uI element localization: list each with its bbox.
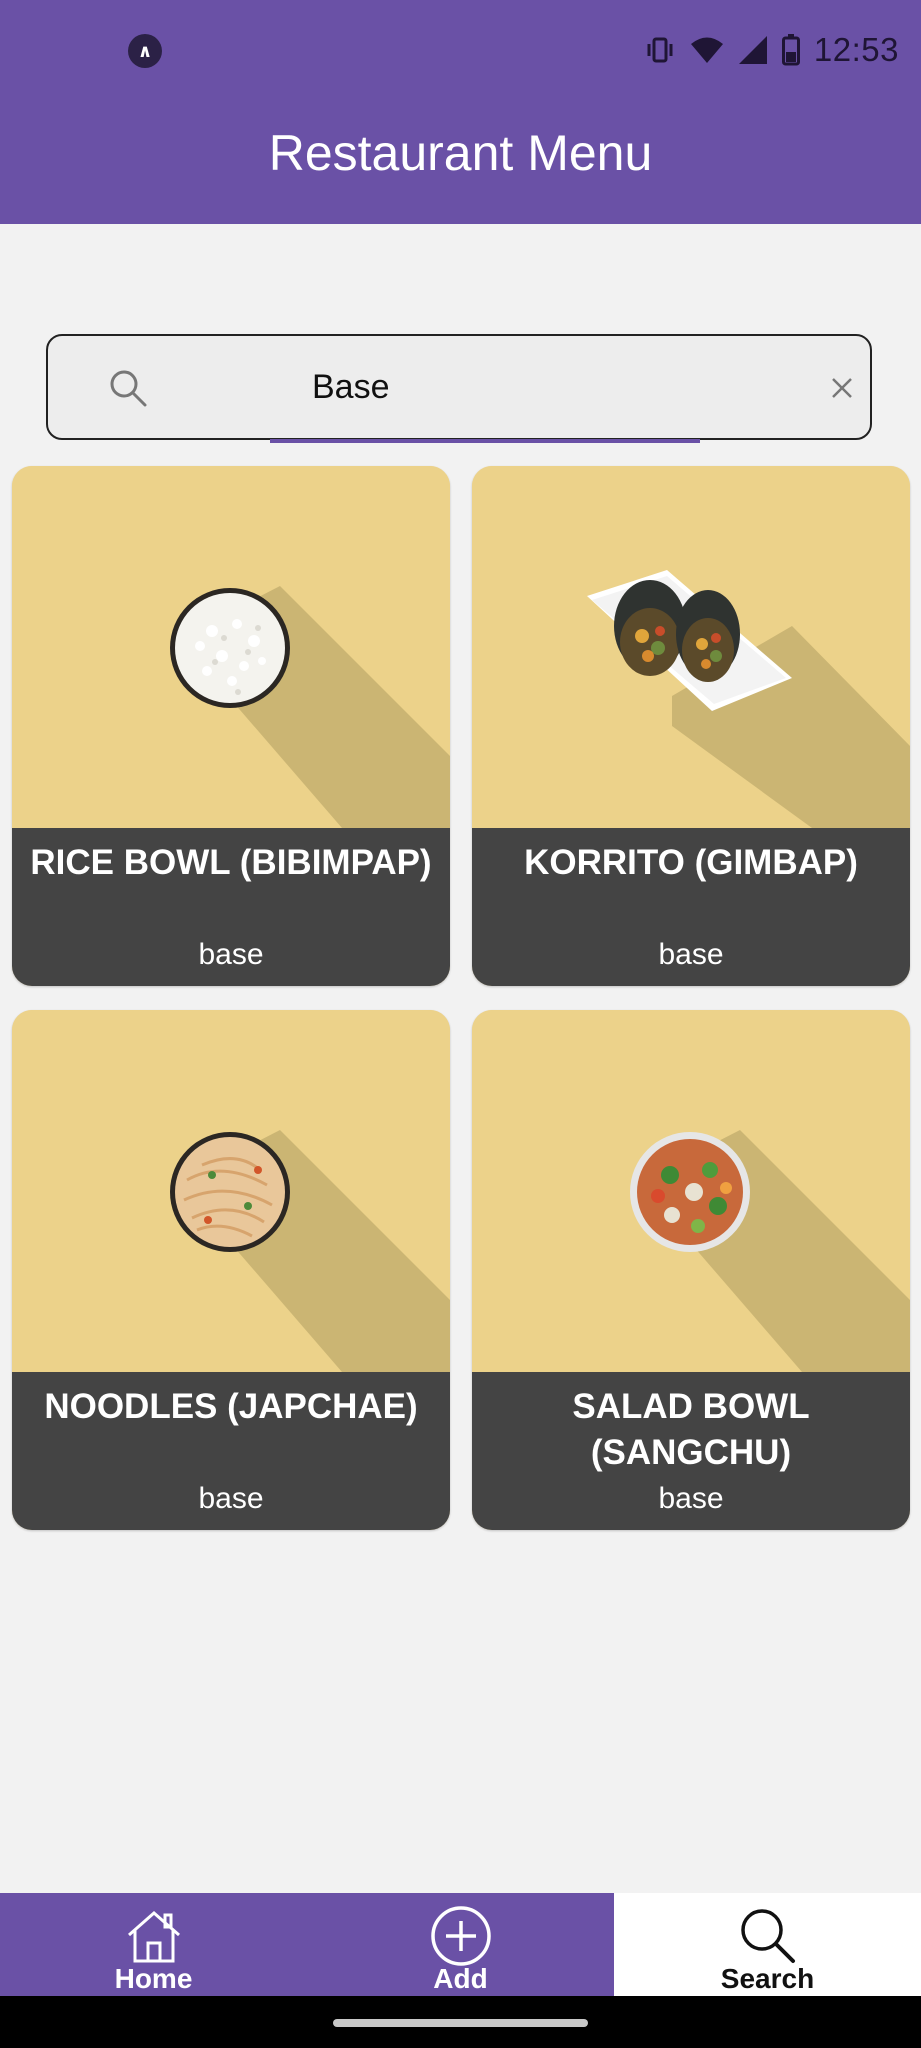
search-input-underline [270,439,700,443]
home-icon [128,1911,180,1963]
menu-item-label: RICE BOWL (BIBIMPAP) base [12,828,450,986]
menu-item-category: base [658,938,724,971]
tab-home-label: Home [114,1963,193,1994]
battery-icon [781,34,800,66]
menu-item-category: base [198,1482,264,1515]
menu-item-card[interactable]: SALAD BOWL (SANGCHU) base [472,1010,910,1530]
menu-item-card[interactable]: RICE BOWL (BIBIMPAP) base [12,466,450,986]
system-nav-bar [0,1996,921,2048]
bottom-nav: Home Add Search [0,1893,921,1996]
search-icon [741,1909,795,1963]
plus-circle-icon [431,1906,491,1966]
status-time: 12:53 [813,31,899,68]
signal-icon [738,36,767,64]
tab-search[interactable]: Search [614,1893,921,1996]
menu-item-name: KORRITO (GIMBAP) [524,843,858,882]
salad-bowl-image [472,1010,910,1372]
menu-item-label: KORRITO (GIMBAP) base [472,828,910,986]
close-icon[interactable] [824,370,860,406]
status-icons: 12:53 [644,28,899,72]
menu-item-card[interactable]: KORRITO (GIMBAP) base [472,466,910,986]
page-title: Restaurant Menu [268,125,653,181]
gesture-handle[interactable] [333,2019,588,2027]
app-header: ∧ 12:53 Restaurant Menu [0,0,921,224]
tab-add-label: Add [433,1963,488,1994]
noodles-image [12,1010,450,1372]
expo-icon: ∧ [128,34,162,68]
gimbap-image [472,466,910,828]
search-input[interactable] [304,358,692,416]
menu-item-name: NOODLES (JAPCHAE) [44,1387,418,1426]
menu-item-category: base [198,938,264,971]
menu-item-card[interactable]: NOODLES (JAPCHAE) base [12,1010,450,1530]
menu-item-name: SALAD BOWL (SANGCHU) [572,1387,810,1472]
menu-item-label: NOODLES (JAPCHAE) base [12,1372,450,1530]
wifi-icon [690,37,723,63]
status-bar: ∧ 12:53 [0,0,921,100]
menu-item-name: RICE BOWL (BIBIMPAP) [30,843,432,882]
tab-search-label: Search [720,1963,815,1994]
search-icon[interactable] [108,368,148,408]
search-bar [46,334,872,443]
menu-item-label: SALAD BOWL (SANGCHU) base [472,1372,910,1530]
rice-bowl-image [12,466,450,828]
menu-item-category: base [658,1482,724,1515]
tab-home[interactable]: Home [0,1893,307,1996]
vibrate-icon [647,37,673,63]
tab-add[interactable]: Add [307,1893,614,1996]
